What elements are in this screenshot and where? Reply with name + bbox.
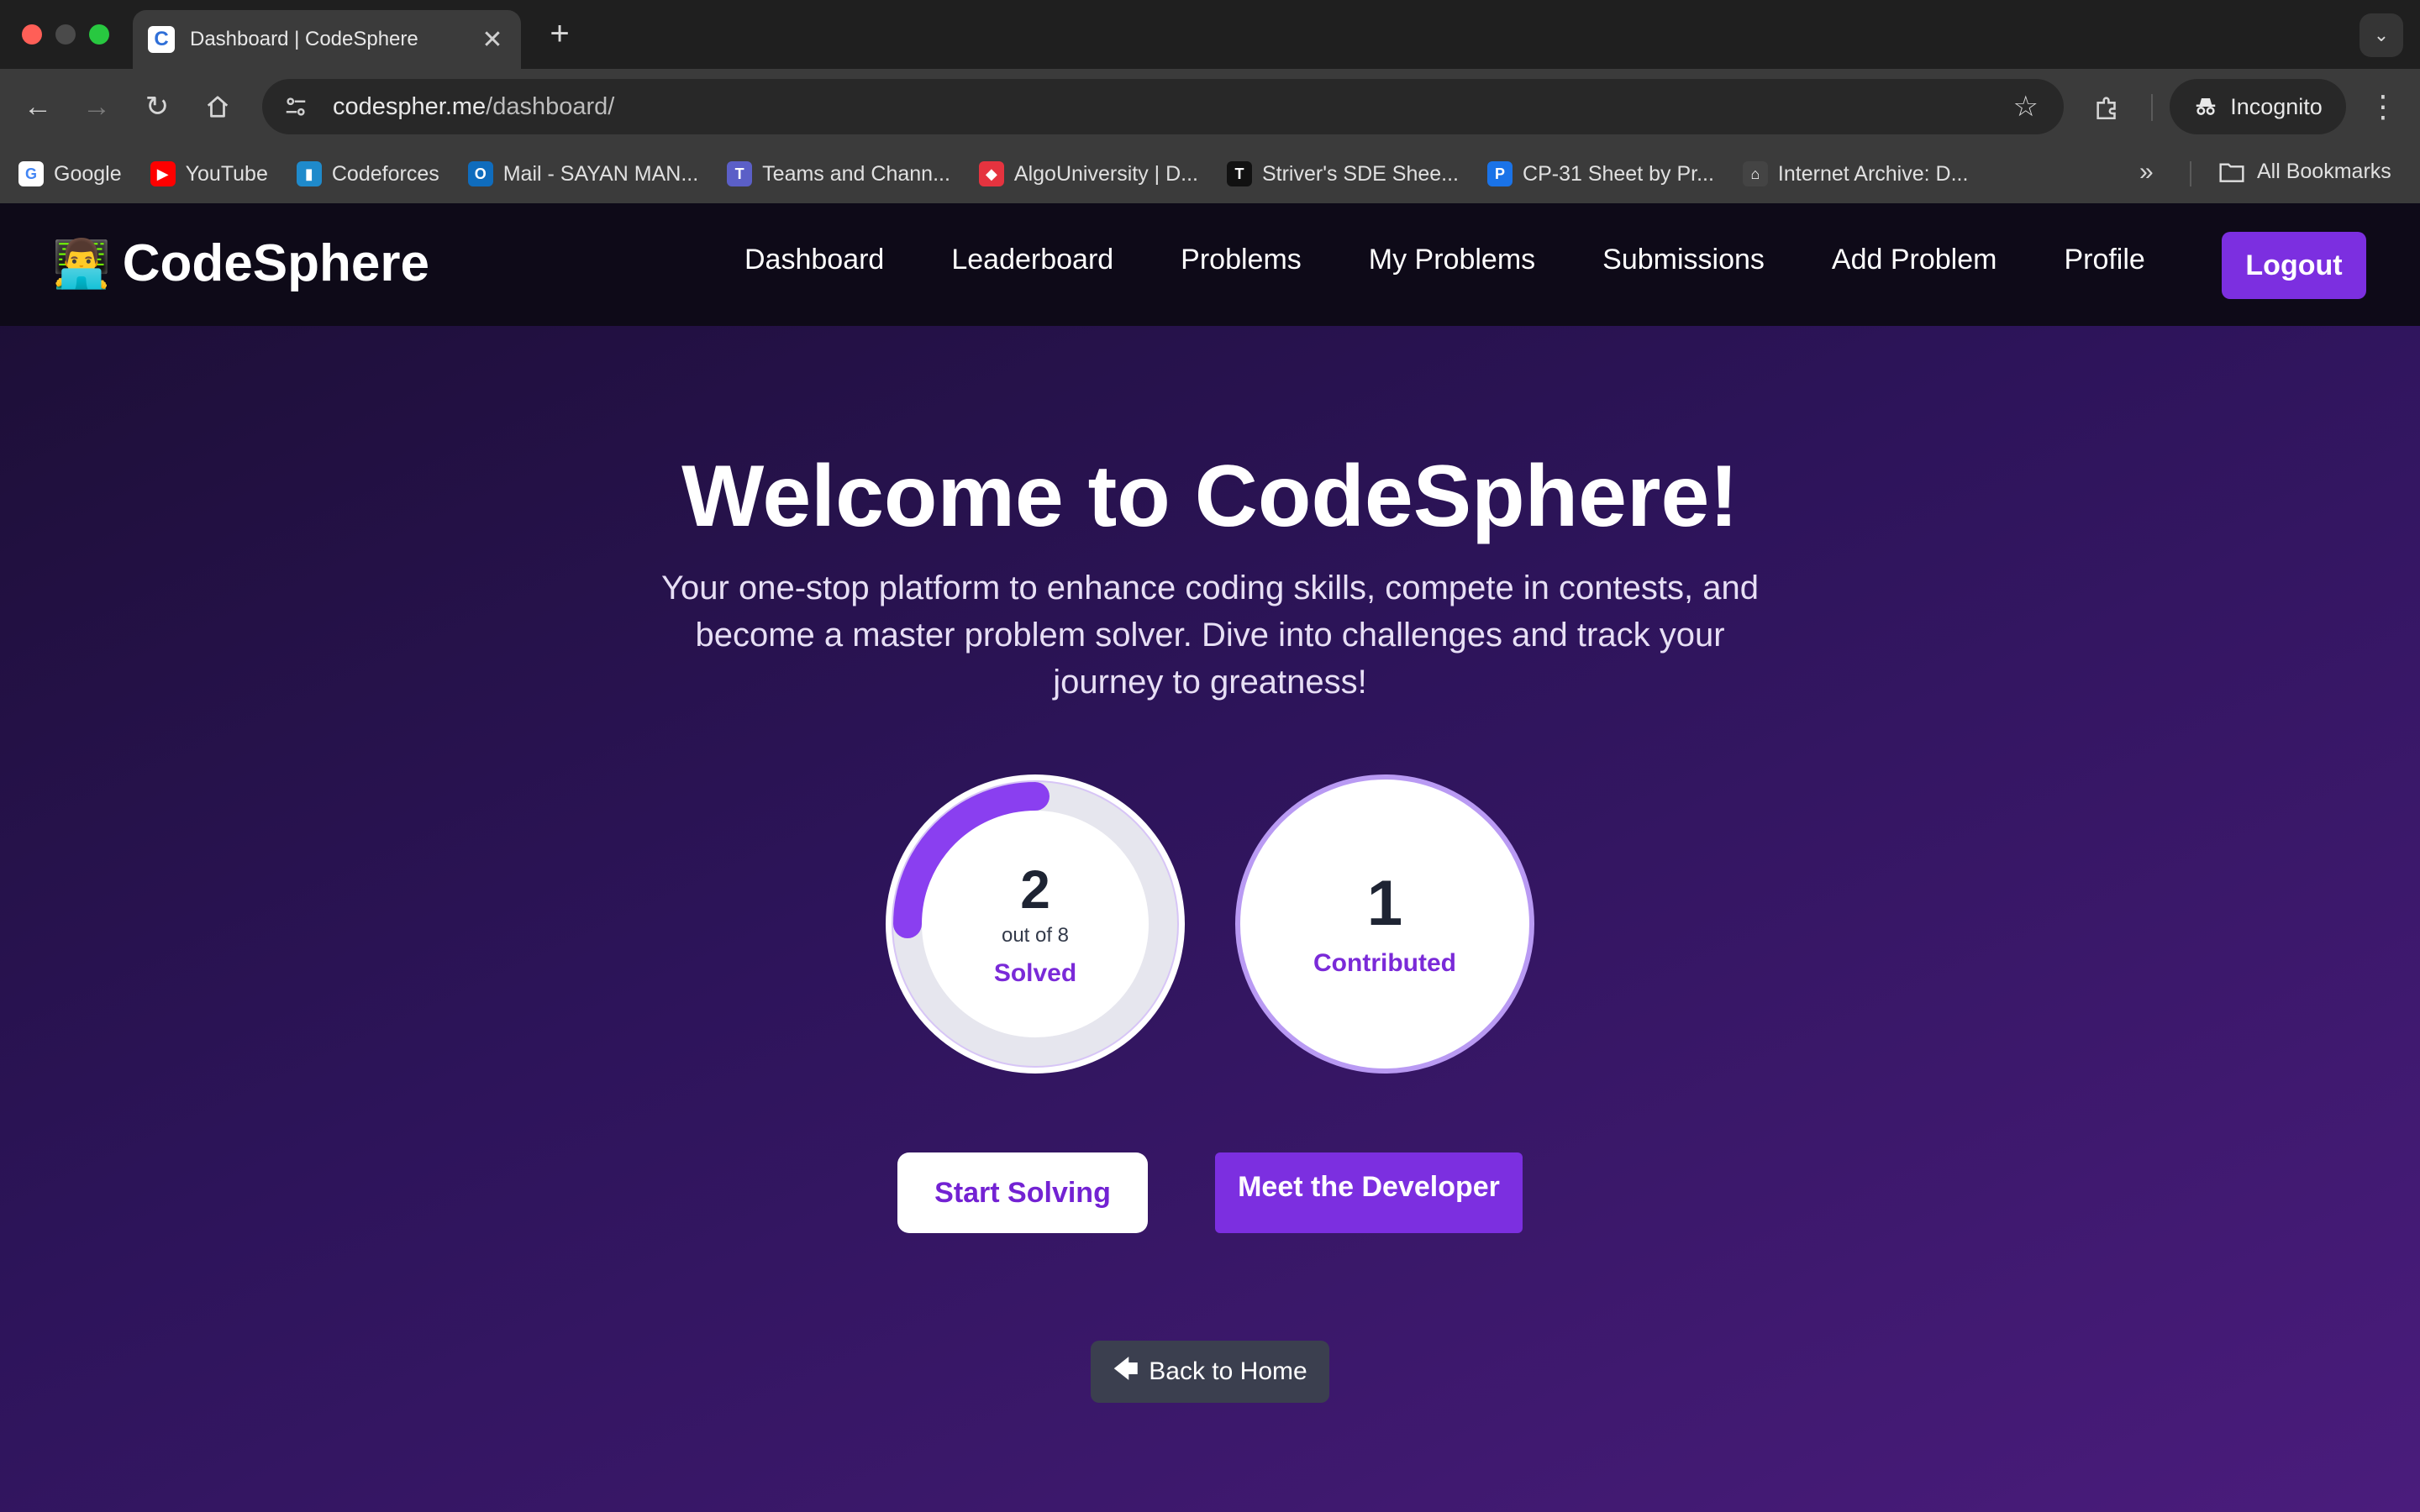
bookmark-item[interactable]: ⌂ Internet Archive: D... [1742, 161, 1969, 186]
incognito-label: Incognito [2230, 93, 2323, 119]
brand-logo[interactable]: 👨‍💻 CodeSphere [52, 234, 429, 293]
solved-count: 2 [1020, 859, 1050, 920]
toolbar-divider [2151, 94, 2153, 121]
back-to-home-button[interactable]: 🡄 Back to Home [1091, 1341, 1329, 1403]
new-tab-icon[interactable]: + [541, 15, 578, 53]
forward-arrow-icon[interactable]: → [77, 87, 116, 126]
start-solving-button[interactable]: Start Solving [897, 1152, 1148, 1233]
bookmark-item[interactable]: ▮ Codeforces [296, 161, 439, 186]
extensions-puzzle-icon[interactable] [2089, 89, 2126, 126]
tab-title: Dashboard | CodeSphere [190, 28, 418, 50]
address-bar[interactable]: codespher.me/dashboard/ ☆ [262, 79, 2064, 134]
bookmark-label: Teams and Chann... [762, 161, 950, 186]
google-icon: G [18, 161, 44, 186]
meet-developer-button[interactable]: Meet the Developer [1215, 1152, 1523, 1233]
back-arrow-icon[interactable]: ← [18, 87, 57, 126]
bookmark-item[interactable]: G Google [18, 161, 122, 186]
nav-links: Dashboard Leaderboard Problems My Proble… [744, 244, 2212, 276]
solved-label: Solved [993, 959, 1077, 987]
window-close-icon[interactable] [22, 24, 42, 45]
back-to-home-label: Back to Home [1149, 1357, 1307, 1385]
page-title: Welcome to CodeSphere! [681, 448, 1739, 545]
arrow-left-icon: 🡄 [1113, 1355, 1139, 1383]
youtube-icon: ▶ [150, 161, 176, 186]
window-minimize-icon[interactable] [55, 24, 76, 45]
bookmarks-divider [2190, 161, 2191, 186]
all-bookmarks-label: All Bookmarks [2257, 160, 2391, 183]
codesphere-favicon-icon: C [148, 26, 175, 53]
cp31-icon: P [1487, 161, 1513, 186]
site-info-icon[interactable] [279, 90, 313, 123]
algouniversity-icon: ◆ [978, 161, 1004, 186]
archive-icon: ⌂ [1742, 161, 1768, 186]
bookmark-item[interactable]: ▶ YouTube [150, 161, 268, 186]
reload-icon[interactable]: ↻ [138, 87, 176, 126]
nav-link-my-problems[interactable]: My Problems [1369, 244, 1535, 276]
nav-link-problems[interactable]: Problems [1181, 244, 1302, 276]
tuf-icon: T [1226, 161, 1252, 186]
nav-link-leaderboard[interactable]: Leaderboard [951, 244, 1113, 276]
bookmark-item[interactable]: P CP-31 Sheet by Pr... [1487, 161, 1714, 186]
nav-link-profile[interactable]: Profile [2064, 244, 2144, 276]
nav-link-submissions[interactable]: Submissions [1602, 244, 1765, 276]
folder-icon [2219, 162, 2244, 182]
bookmark-item[interactable]: T Striver's SDE Shee... [1226, 161, 1460, 186]
logout-button[interactable]: Logout [2222, 232, 2366, 299]
url-path: /dashboard/ [486, 92, 615, 120]
bookmark-label: AlgoUniversity | D... [1013, 161, 1198, 186]
teams-icon: T [727, 161, 753, 186]
dashboard-page: 👨‍💻 CodeSphere Dashboard Leaderboard Pro… [0, 203, 2420, 1512]
solved-total: out of 8 [1001, 924, 1070, 947]
outlook-icon: O [467, 161, 493, 186]
browser-menu-icon[interactable]: ⋮ [2365, 86, 2402, 128]
bookmark-label: Striver's SDE Shee... [1261, 161, 1460, 186]
all-bookmarks-button[interactable]: All Bookmarks [2218, 160, 2391, 184]
codeforces-icon: ▮ [296, 161, 322, 186]
bookmark-label: CP-31 Sheet by Pr... [1523, 161, 1714, 186]
contributed-label: Contributed [1313, 949, 1456, 977]
url-text[interactable]: codespher.me/dashboard/ [333, 93, 2013, 121]
browser-toolbar: ← → ↻ codespher.me/dashboard/ ☆ Incognit… [0, 69, 2420, 144]
contributed-stat: 1 Contributed [1240, 780, 1529, 1068]
browser-tab-bar: C Dashboard | CodeSphere ✕ + ⌄ [0, 0, 2420, 69]
solved-stat: 2 out of 8 Solved [926, 815, 1144, 1033]
bookmark-label: Codeforces [331, 161, 439, 186]
tab-search-chevron-icon[interactable]: ⌄ [2360, 13, 2403, 57]
more-bookmarks-chevron-icon[interactable]: » [2139, 158, 2154, 186]
bookmark-label: Google [54, 161, 122, 186]
hero-subtitle: Your one-stop platform to enhance coding… [661, 570, 1759, 701]
bookmark-item[interactable]: ◆ AlgoUniversity | D... [978, 161, 1198, 186]
bookmark-item[interactable]: T Teams and Chann... [727, 161, 950, 186]
home-icon[interactable] [198, 87, 237, 126]
bookmark-star-icon[interactable]: ☆ [2013, 90, 2039, 123]
site-navbar: 👨‍💻 CodeSphere Dashboard Leaderboard Pro… [0, 203, 2420, 326]
incognito-button[interactable]: Incognito [2170, 79, 2346, 134]
bookmark-label: Mail - SAYAN MAN... [502, 161, 699, 186]
tab-close-icon[interactable]: ✕ [479, 25, 506, 55]
contributed-stat-circle: 1 Contributed [1235, 774, 1534, 1074]
nav-link-add-problem[interactable]: Add Problem [1832, 244, 1997, 276]
url-host: codespher.me [333, 92, 487, 120]
developer-emoji-icon: 👨‍💻 [52, 236, 111, 290]
bookmark-label: Internet Archive: D... [1777, 161, 1969, 186]
window-maximize-icon[interactable] [89, 24, 109, 45]
bookmark-label: YouTube [185, 161, 268, 186]
bookmarks-bar: G Google ▶ YouTube ▮ Codeforces O Mail - SAYAN … [0, 144, 2420, 203]
nav-link-dashboard[interactable]: Dashboard [744, 244, 884, 276]
incognito-icon [2196, 98, 2216, 115]
contributed-count: 1 [1366, 868, 1403, 939]
bookmark-item[interactable]: O Mail - SAYAN MAN... [467, 161, 699, 186]
solved-progress-ring: 2 out of 8 Solved [886, 774, 1185, 1074]
browser-tab[interactable]: C Dashboard | CodeSphere ✕ [133, 10, 521, 69]
brand-name: CodeSphere [122, 234, 429, 292]
